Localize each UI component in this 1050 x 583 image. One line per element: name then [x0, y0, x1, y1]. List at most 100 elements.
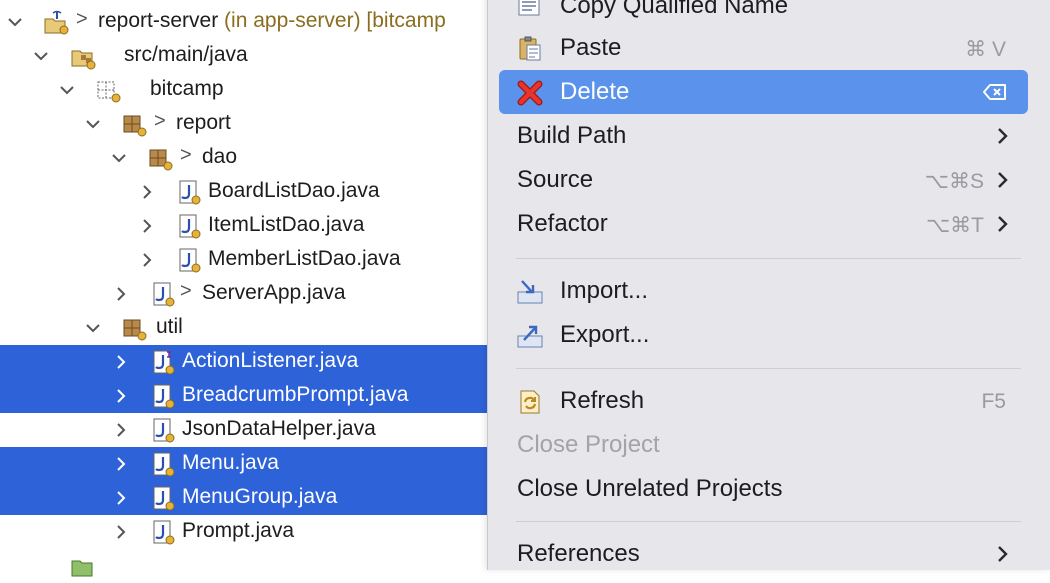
package-icon	[122, 316, 148, 342]
tree-row-partial[interactable]	[0, 549, 488, 583]
submenu-arrow-icon	[996, 215, 1010, 233]
refresh-icon	[516, 388, 544, 416]
chevron-right-icon[interactable]	[139, 218, 155, 234]
tree-row-java-file-selected[interactable]: Menu.java	[0, 447, 488, 481]
submenu-arrow-icon	[996, 545, 1010, 563]
package-icon	[148, 146, 174, 172]
java-file-icon	[177, 248, 203, 274]
tree-row-label: BoardListDao.java	[208, 179, 380, 202]
delete-icon	[516, 79, 544, 107]
menu-item-export[interactable]: Export...	[499, 313, 1028, 357]
submenu-arrow-icon	[996, 127, 1010, 145]
tree-row-java-file-selected[interactable]: MenuGroup.java	[0, 481, 488, 515]
chevron-right-icon[interactable]	[113, 456, 129, 472]
java-interface-icon	[151, 350, 177, 376]
delete-key-icon	[982, 82, 1008, 102]
menu-item-refresh[interactable]: Refresh F5	[499, 379, 1028, 423]
chevron-right-icon[interactable]	[113, 286, 129, 302]
tree-row-label: ActionListener.java	[182, 349, 359, 372]
context-menu: Copy Qualified Name Paste ⌘ V Delete Bui…	[487, 0, 1050, 570]
chevron-right-icon[interactable]	[139, 184, 155, 200]
menu-item-label: Delete	[560, 78, 630, 105]
tree-row-label: util	[156, 315, 183, 338]
tree-row-label: dao	[202, 145, 238, 168]
chevron-down-icon[interactable]	[59, 82, 75, 98]
tree-row-java-file[interactable]: BoardListDao.java	[0, 175, 488, 209]
menu-item-paste[interactable]: Paste ⌘ V	[499, 26, 1028, 70]
menu-item-shortcut: ⌘ V	[965, 38, 1006, 61]
menu-item-label: Close Unrelated Projects	[517, 475, 783, 502]
chevron-down-icon[interactable]	[85, 116, 101, 132]
menu-item-delete[interactable]: Delete	[499, 70, 1028, 114]
tree-row-prefix: >	[180, 144, 192, 166]
tree-row-package[interactable]: util	[0, 311, 488, 345]
chevron-down-icon[interactable]	[85, 320, 101, 336]
menu-item-build-path[interactable]: Build Path	[499, 114, 1028, 158]
tree-row-label: report	[176, 111, 231, 134]
chevron-down-icon[interactable]	[33, 48, 49, 64]
tree-row-java-file[interactable]: > ServerApp.java	[0, 277, 488, 311]
chevron-right-icon[interactable]	[113, 422, 129, 438]
tree-row-label: bitcamp	[150, 77, 224, 100]
chevron-down-icon[interactable]	[7, 14, 23, 30]
tree-row-label: ServerApp.java	[202, 281, 346, 304]
tree-row-prefix: >	[180, 280, 192, 302]
menu-item-label: References	[517, 540, 640, 567]
java-file-icon	[177, 214, 203, 240]
tree-row-java-file[interactable]: JsonDataHelper.java	[0, 413, 488, 447]
copy-name-icon	[516, 0, 544, 21]
menu-item-refactor[interactable]: Refactor ⌥⌘T	[499, 202, 1028, 246]
tree-row-package[interactable]: > report	[0, 107, 488, 141]
menu-item-close-project[interactable]: Close Project	[499, 423, 1028, 467]
menu-item-close-unrelated-projects[interactable]: Close Unrelated Projects	[499, 467, 1028, 511]
source-folder-icon	[70, 554, 96, 580]
tree-row-java-file[interactable]: MemberListDao.java	[0, 243, 488, 277]
empty-package-icon	[96, 78, 122, 104]
tree-row-label: report-server	[98, 9, 219, 32]
menu-item-label: Copy Qualified Name	[560, 0, 789, 19]
menu-item-label: Export...	[560, 321, 650, 348]
chevron-right-icon[interactable]	[113, 490, 129, 506]
menu-separator	[516, 521, 1021, 522]
chevron-right-icon[interactable]	[139, 252, 155, 268]
tree-row-java-file[interactable]: Prompt.java	[0, 515, 488, 549]
tree-row-label: Menu.java	[182, 451, 279, 474]
java-file-icon	[151, 520, 177, 546]
submenu-arrow-icon	[996, 171, 1010, 189]
tree-row-java-file[interactable]: ItemListDao.java	[0, 209, 488, 243]
tree-row-package[interactable]: bitcamp	[0, 73, 488, 107]
chevron-right-icon[interactable]	[113, 524, 129, 540]
chevron-down-icon[interactable]	[111, 150, 127, 166]
menu-item-label: Import...	[560, 277, 649, 304]
menu-item-copy-qualified-name[interactable]: Copy Qualified Name	[499, 0, 1028, 28]
menu-item-label: Close Project	[517, 431, 660, 458]
menu-item-shortcut: ⌥⌘T	[925, 214, 984, 237]
tree-row-label: MenuGroup.java	[182, 485, 338, 508]
source-folder-icon	[70, 44, 96, 70]
tree-row-project[interactable]: > report-server (in app-server) [bitcamp	[0, 5, 488, 39]
java-file-icon	[151, 486, 177, 512]
java-file-icon	[151, 384, 177, 410]
project-icon	[43, 10, 69, 36]
menu-item-source[interactable]: Source ⌥⌘S	[499, 158, 1028, 202]
java-file-icon	[151, 282, 177, 308]
menu-item-label: Build Path	[517, 122, 627, 149]
tree-row-sublabel: (in app-server) [bitcamp	[218, 9, 446, 32]
tree-row-package[interactable]: > dao	[0, 141, 488, 175]
tree-row-prefix: >	[76, 8, 88, 30]
menu-item-import[interactable]: Import...	[499, 269, 1028, 313]
menu-separator	[516, 258, 1021, 259]
menu-item-references[interactable]: References	[499, 532, 1028, 576]
tree-row-label: JsonDataHelper.java	[182, 417, 376, 440]
tree-row-java-file-selected[interactable]: ActionListener.java	[0, 345, 488, 379]
tree-row-prefix: >	[154, 110, 166, 132]
export-icon	[516, 322, 544, 350]
java-file-icon	[177, 180, 203, 206]
tree-row-source-folder[interactable]: src/main/java	[0, 39, 488, 73]
chevron-right-icon[interactable]	[113, 388, 129, 404]
tree-row-label: MemberListDao.java	[208, 247, 401, 270]
menu-separator	[516, 368, 1021, 369]
chevron-right-icon[interactable]	[113, 354, 129, 370]
tree-row-java-file-selected[interactable]: BreadcrumbPrompt.java	[0, 379, 488, 413]
paste-icon	[516, 35, 544, 63]
